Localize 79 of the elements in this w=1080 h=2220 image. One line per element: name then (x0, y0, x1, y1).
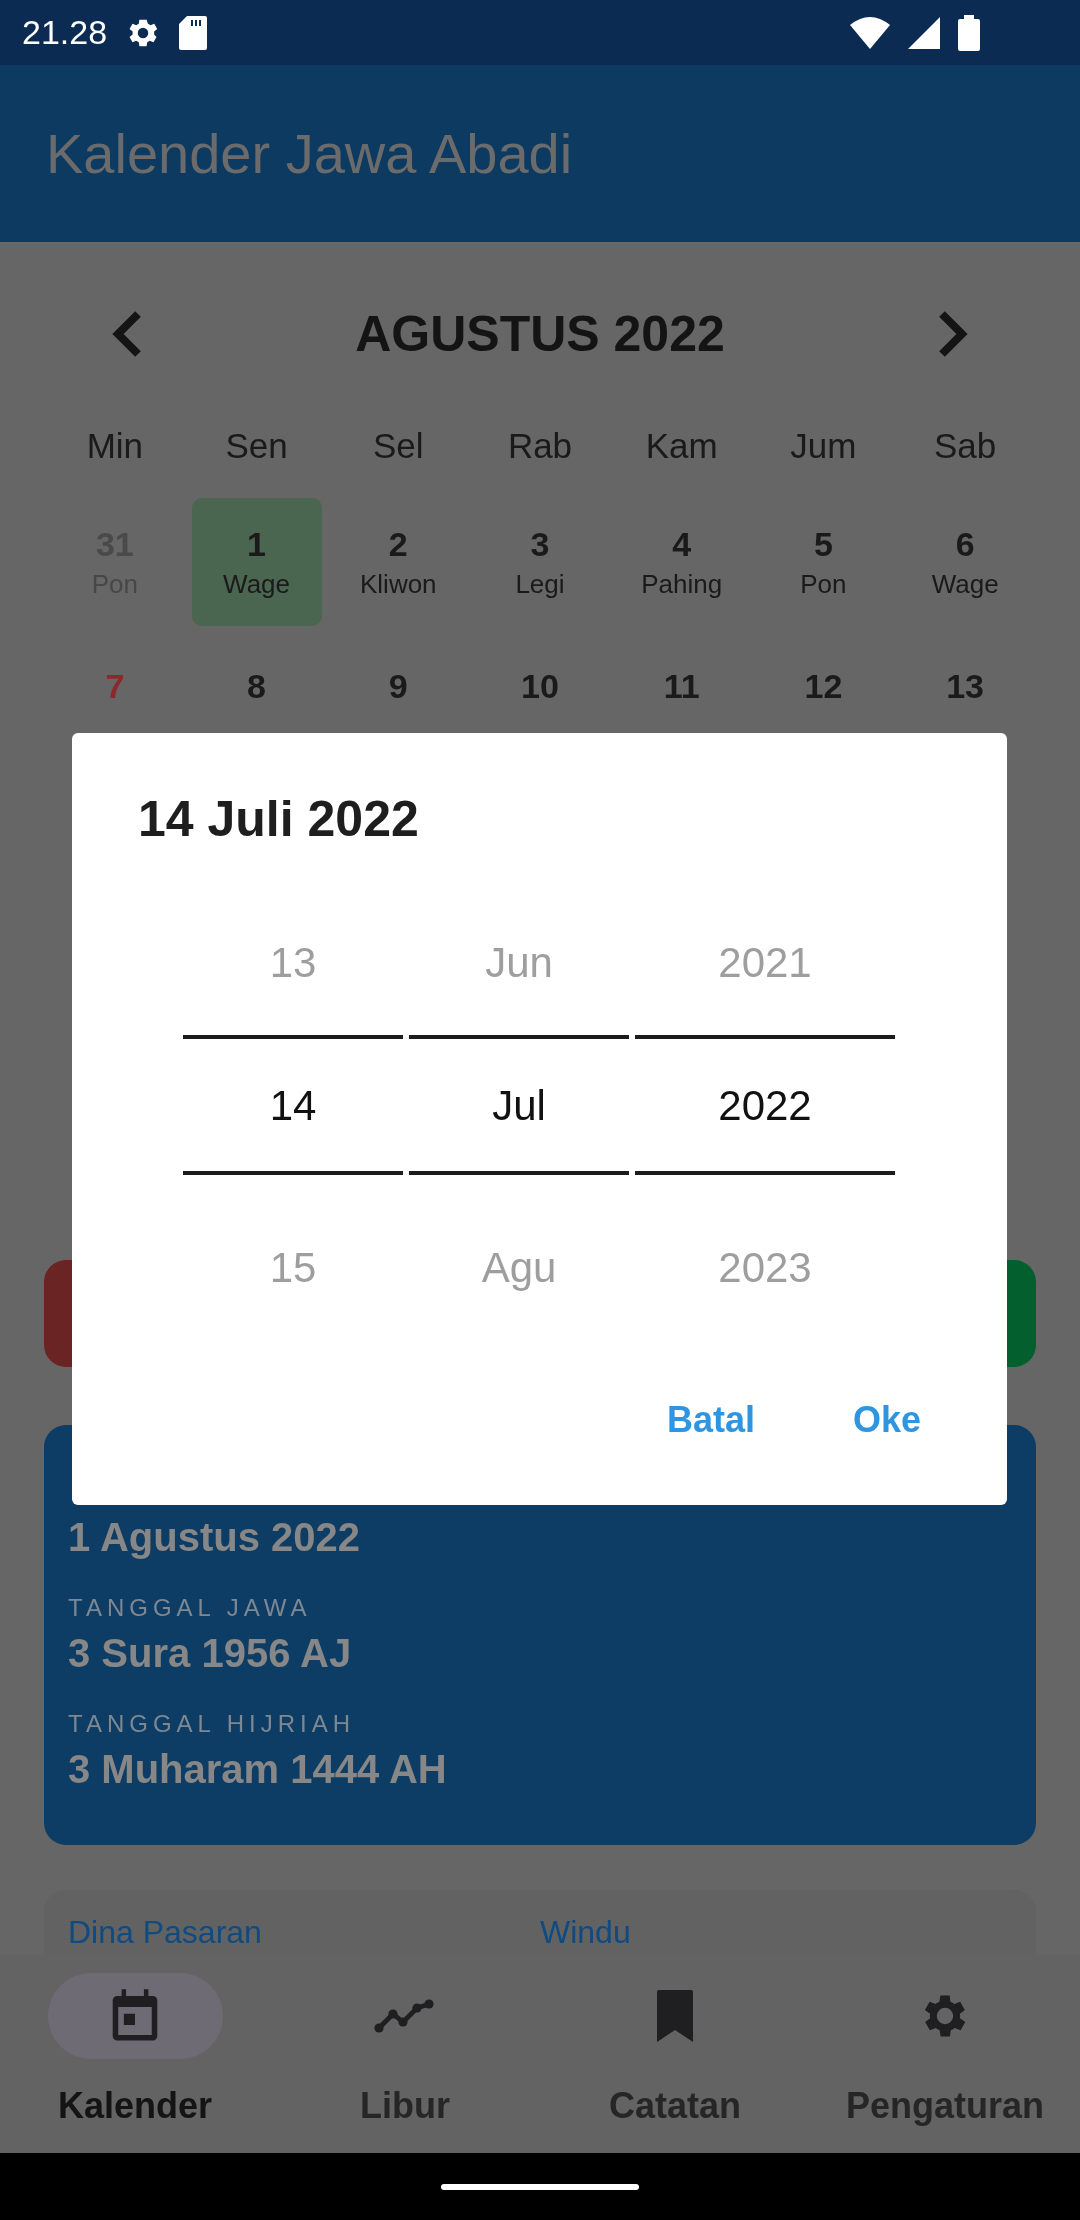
field-label: TANGGAL HIJRIAH (68, 1709, 357, 1739)
app-title: Kalender Jawa Abadi (46, 120, 573, 187)
day-cell[interactable]: 4 Pahing (616, 498, 747, 626)
nav-item[interactable]: Libur (270, 1955, 540, 2153)
day-number: 4 (672, 524, 692, 565)
info-label: Windu (540, 1913, 632, 1952)
chevron-right-icon[interactable] (936, 310, 970, 358)
nav-label: Pengaturan (845, 2084, 1044, 2128)
day-number: 13 (946, 666, 985, 707)
pasaran-label: Wage (223, 568, 291, 601)
gregorian-date: 1 Agustus 2022 (68, 1514, 361, 1561)
day-cell[interactable]: 13 (900, 640, 1031, 734)
day-cell[interactable]: 8 (191, 640, 322, 734)
day-cell[interactable]: 2 Kliwon (333, 498, 464, 626)
day-number: 1 (247, 524, 266, 565)
info-label: Dina Pasaran (68, 1913, 263, 1952)
battery-icon (958, 14, 980, 51)
picker-option: Jun (485, 889, 553, 1035)
picker-option: 13 (269, 889, 317, 1035)
day-number: 8 (247, 666, 266, 707)
picker-option: Agu (481, 1175, 557, 1335)
weekday-label: Sab (933, 424, 998, 467)
field-label: TANGGAL JAWA (68, 1593, 313, 1623)
weekday-label: Jum (789, 424, 858, 467)
dialog-button[interactable]: Batal (662, 1387, 759, 1453)
day-number: 3 (530, 524, 550, 565)
picker-column[interactable]: Jun Jul Agu (409, 889, 629, 1335)
day-cell[interactable]: 9 (333, 640, 464, 734)
day-number: 12 (804, 666, 843, 707)
pasaran-label: Kliwon (360, 568, 437, 601)
day-cell[interactable]: 11 (616, 640, 747, 734)
picker-column[interactable]: 2021 2022 2023 (635, 889, 895, 1335)
nav-item[interactable]: Catatan (540, 1955, 810, 2153)
pasaran-label: Pon (800, 568, 847, 601)
day-cell[interactable]: 10 (475, 640, 605, 734)
status-time: 21.28 (22, 12, 108, 53)
day-cell[interactable]: 5 Pon (758, 498, 889, 626)
day-cell[interactable]: 3 Legi (475, 498, 605, 626)
wifi-icon (850, 16, 890, 49)
day-number: 5 (813, 524, 833, 565)
picker-value: 14 (269, 1080, 317, 1131)
month-title: AGUSTUS 2022 (355, 304, 725, 364)
chevron-left-icon[interactable] (110, 310, 144, 358)
pasaran-label: Legi (515, 568, 565, 601)
day-cell[interactable]: 6 Wage (900, 498, 1031, 626)
day-number: 7 (105, 666, 125, 707)
day-number: 6 (955, 524, 975, 565)
home-handle[interactable] (441, 2183, 639, 2190)
picker-option: 2021 (718, 889, 812, 1035)
day-cell[interactable]: 12 (758, 640, 889, 734)
nav-label: Catatan (609, 2084, 741, 2128)
day-number: 9 (388, 666, 408, 707)
picker-value: Jul (492, 1080, 546, 1131)
picker-option: 2023 (718, 1175, 812, 1335)
day-cell[interactable]: 1 Wage (191, 498, 322, 626)
picker-value: 2022 (718, 1080, 812, 1131)
weekday-label: Min (85, 424, 145, 467)
pasaran-label: Pahing (641, 568, 723, 601)
weekday-label: Sen (224, 424, 289, 467)
weekday-label: Kam (644, 424, 719, 467)
field-value: 3 Muharam 1444 AH (68, 1746, 448, 1793)
dialog-button[interactable]: Oke (848, 1387, 925, 1453)
nav-item[interactable]: Pengaturan (810, 1955, 1080, 2153)
sd-card-icon (179, 15, 208, 50)
picker-option: 15 (269, 1175, 317, 1335)
pasaran-label: Wage (931, 568, 999, 601)
weekday-label: Sel (372, 424, 425, 467)
weekday-label: Rab (506, 424, 574, 467)
day-number: 10 (521, 666, 559, 707)
bookmark-icon (655, 1990, 695, 2042)
day-number: 11 (663, 666, 700, 707)
field-value: 3 Sura 1956 AJ (68, 1630, 353, 1677)
day-number: 2 (388, 524, 408, 565)
signal-icon (908, 16, 940, 49)
dialog-title: 14 Juli 2022 (138, 790, 420, 849)
picker-column[interactable]: 13 14 15 (183, 889, 403, 1335)
nav-label: Kalender (57, 2084, 213, 2128)
nav-item[interactable]: Kalender (0, 1955, 270, 2153)
nav-label: Libur (360, 2084, 450, 2128)
